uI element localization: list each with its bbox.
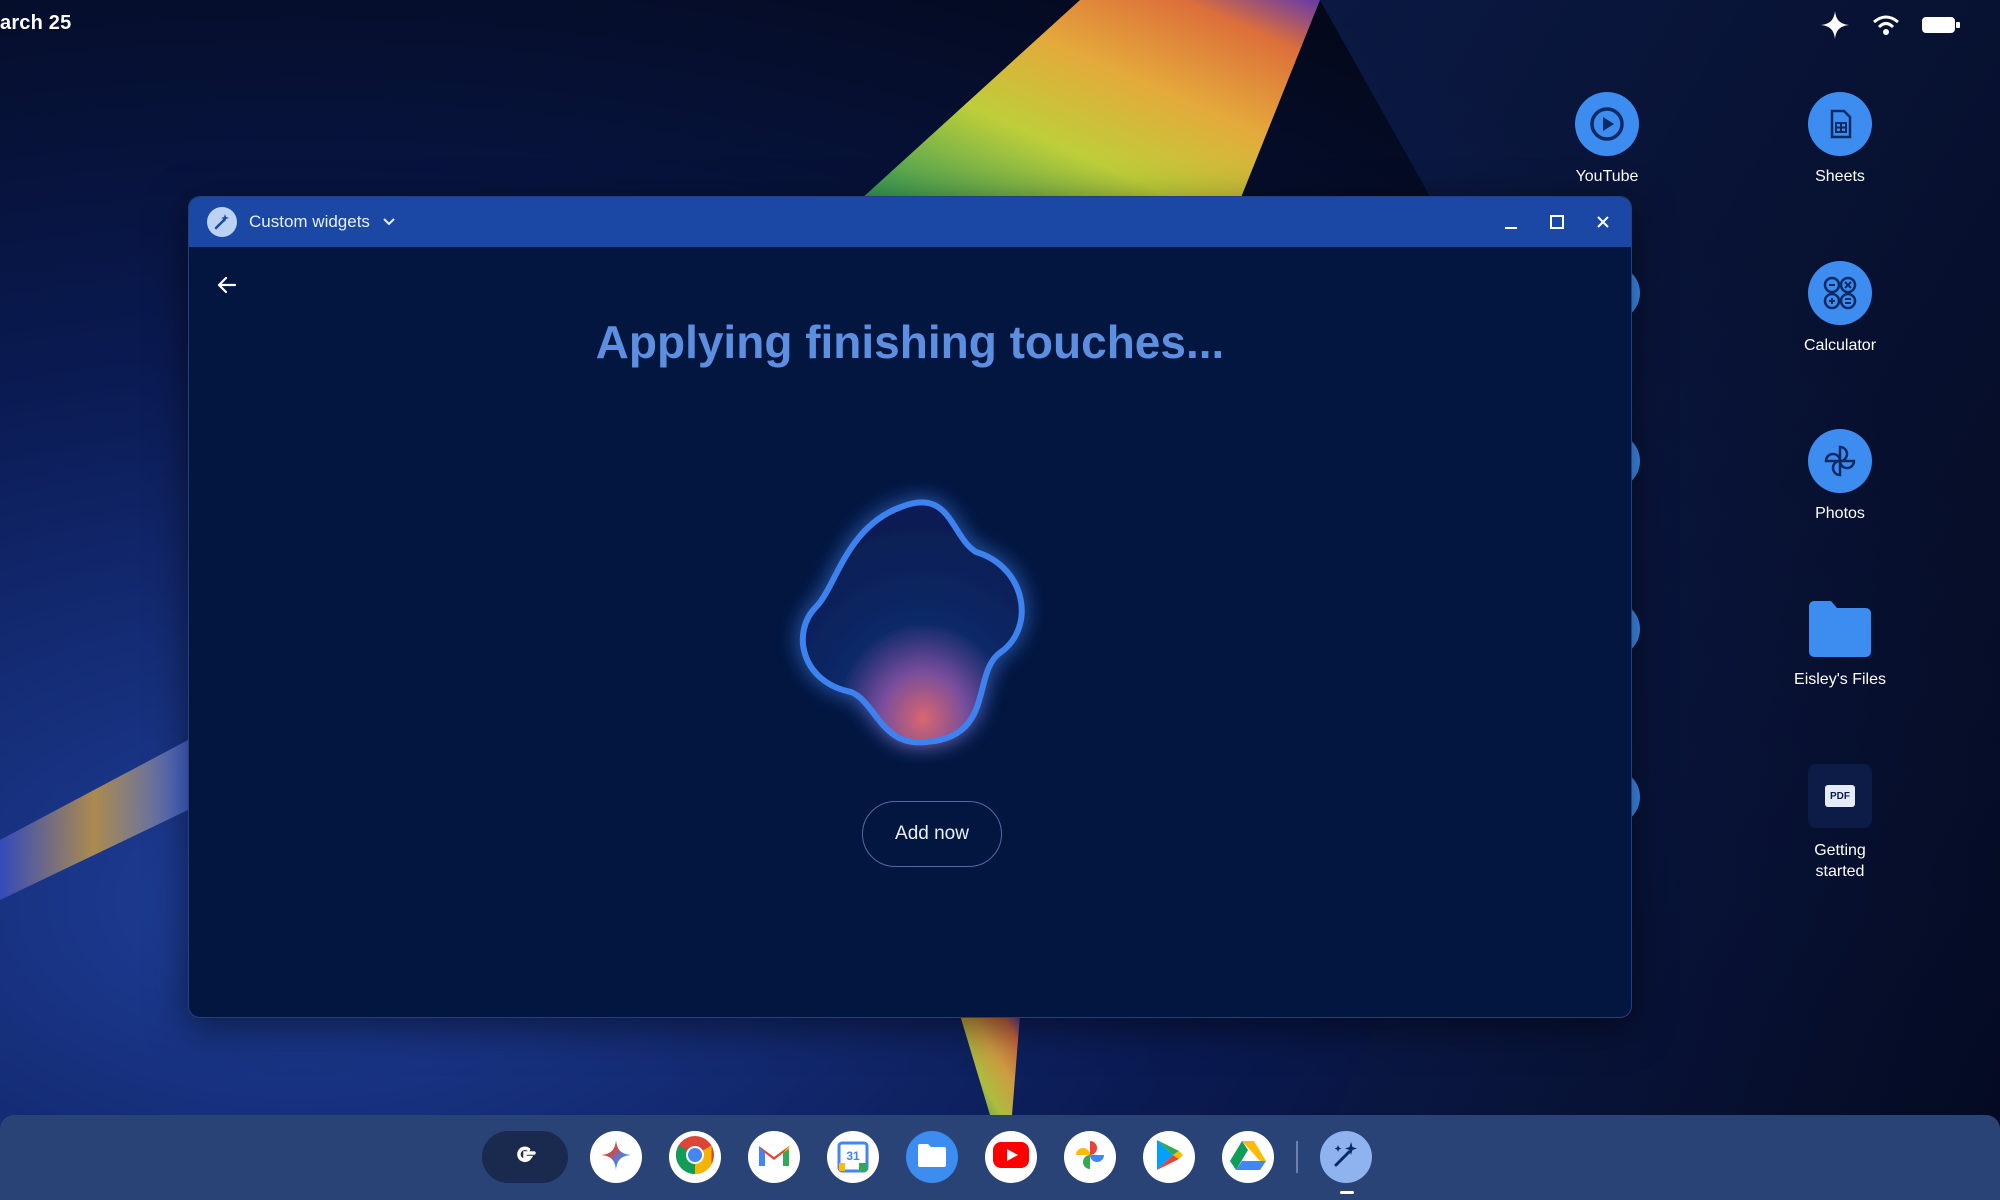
pdf-icon: PDF bbox=[1808, 764, 1872, 828]
desktop-item-calculator[interactable]: Calculator bbox=[1770, 261, 1910, 356]
custom-widgets-app-icon bbox=[207, 207, 237, 237]
battery-icon[interactable] bbox=[1922, 15, 1960, 40]
back-arrow-icon[interactable] bbox=[209, 267, 245, 303]
gemini-sparkle-icon[interactable] bbox=[1820, 10, 1850, 45]
desktop-item-label: Calculator bbox=[1803, 337, 1877, 354]
drive-icon bbox=[1229, 1139, 1267, 1176]
add-now-button[interactable]: Add now bbox=[862, 801, 1002, 867]
shelf-app-play-store[interactable] bbox=[1143, 1131, 1195, 1183]
window-title: Custom widgets bbox=[249, 212, 370, 231]
files-folder-icon bbox=[916, 1142, 948, 1173]
custom-widgets-window: Custom widgets Applying finishing touche… bbox=[188, 196, 1632, 1018]
calendar-day: 31 bbox=[846, 1149, 860, 1163]
shelf-app-calendar[interactable]: 31 bbox=[827, 1131, 879, 1183]
desktop-item-label: Sheets bbox=[1815, 168, 1865, 185]
minimize-button[interactable] bbox=[1501, 212, 1521, 232]
calculator-icon bbox=[1808, 261, 1872, 325]
sheets-icon bbox=[1808, 92, 1872, 156]
desktop-item-label: Photos bbox=[1815, 505, 1865, 522]
date-label[interactable]: arch 25 bbox=[0, 12, 71, 35]
youtube-icon bbox=[992, 1141, 1030, 1174]
chevron-down-icon[interactable] bbox=[382, 217, 396, 227]
active-app-indicator bbox=[1340, 1191, 1354, 1194]
shelf-app-gmail[interactable] bbox=[748, 1131, 800, 1183]
close-button[interactable] bbox=[1593, 212, 1613, 232]
shelf-app-youtube[interactable] bbox=[985, 1131, 1037, 1183]
shelf-app-gemini[interactable] bbox=[590, 1131, 642, 1183]
desktop-item-eisleys-files[interactable]: Eisley's Files bbox=[1770, 597, 1910, 690]
play-store-icon bbox=[1153, 1138, 1185, 1177]
loading-blob-animation bbox=[799, 499, 1025, 746]
maximize-button[interactable] bbox=[1547, 212, 1567, 232]
folder-icon bbox=[1805, 597, 1875, 661]
wifi-icon[interactable] bbox=[1872, 14, 1900, 41]
pdf-badge: PDF bbox=[1825, 785, 1855, 807]
shelf-app-drive[interactable] bbox=[1222, 1131, 1274, 1183]
page-heading: Applying finishing touches... bbox=[595, 316, 1225, 368]
shelf-app-chrome[interactable] bbox=[669, 1131, 721, 1183]
desktop-item-photos[interactable]: Photos bbox=[1770, 429, 1910, 524]
youtube-play-icon bbox=[1575, 92, 1639, 156]
gemini-icon bbox=[599, 1138, 633, 1177]
custom-widgets-icon bbox=[1330, 1139, 1362, 1176]
chrome-icon bbox=[675, 1135, 715, 1180]
shelf-app-custom-widgets[interactable] bbox=[1320, 1131, 1372, 1194]
photos-pinwheel-icon bbox=[1808, 429, 1872, 493]
desktop-item-label: Getting started bbox=[1814, 842, 1866, 880]
desktop-item-sheets[interactable]: Sheets bbox=[1770, 92, 1910, 187]
window-titlebar[interactable]: Custom widgets bbox=[189, 197, 1631, 247]
shelf-apps: 31 bbox=[482, 1131, 1372, 1194]
google-g-icon bbox=[510, 1140, 540, 1175]
photos-icon bbox=[1072, 1137, 1108, 1178]
desktop-item-youtube[interactable]: YouTube bbox=[1537, 92, 1677, 187]
desktop-item-label: Eisley's Files bbox=[1794, 671, 1886, 688]
shelf-app-files[interactable] bbox=[906, 1131, 958, 1183]
desktop-item-getting-started[interactable]: PDF Getting started bbox=[1770, 764, 1910, 882]
gmail-icon bbox=[757, 1142, 791, 1173]
shelf-divider bbox=[1296, 1141, 1298, 1173]
status-tray[interactable] bbox=[1820, 10, 1960, 45]
calendar-icon: 31 bbox=[837, 1141, 869, 1173]
launcher-button[interactable] bbox=[482, 1131, 568, 1183]
desktop-item-label: YouTube bbox=[1575, 168, 1639, 185]
shelf-app-photos[interactable] bbox=[1064, 1131, 1116, 1183]
